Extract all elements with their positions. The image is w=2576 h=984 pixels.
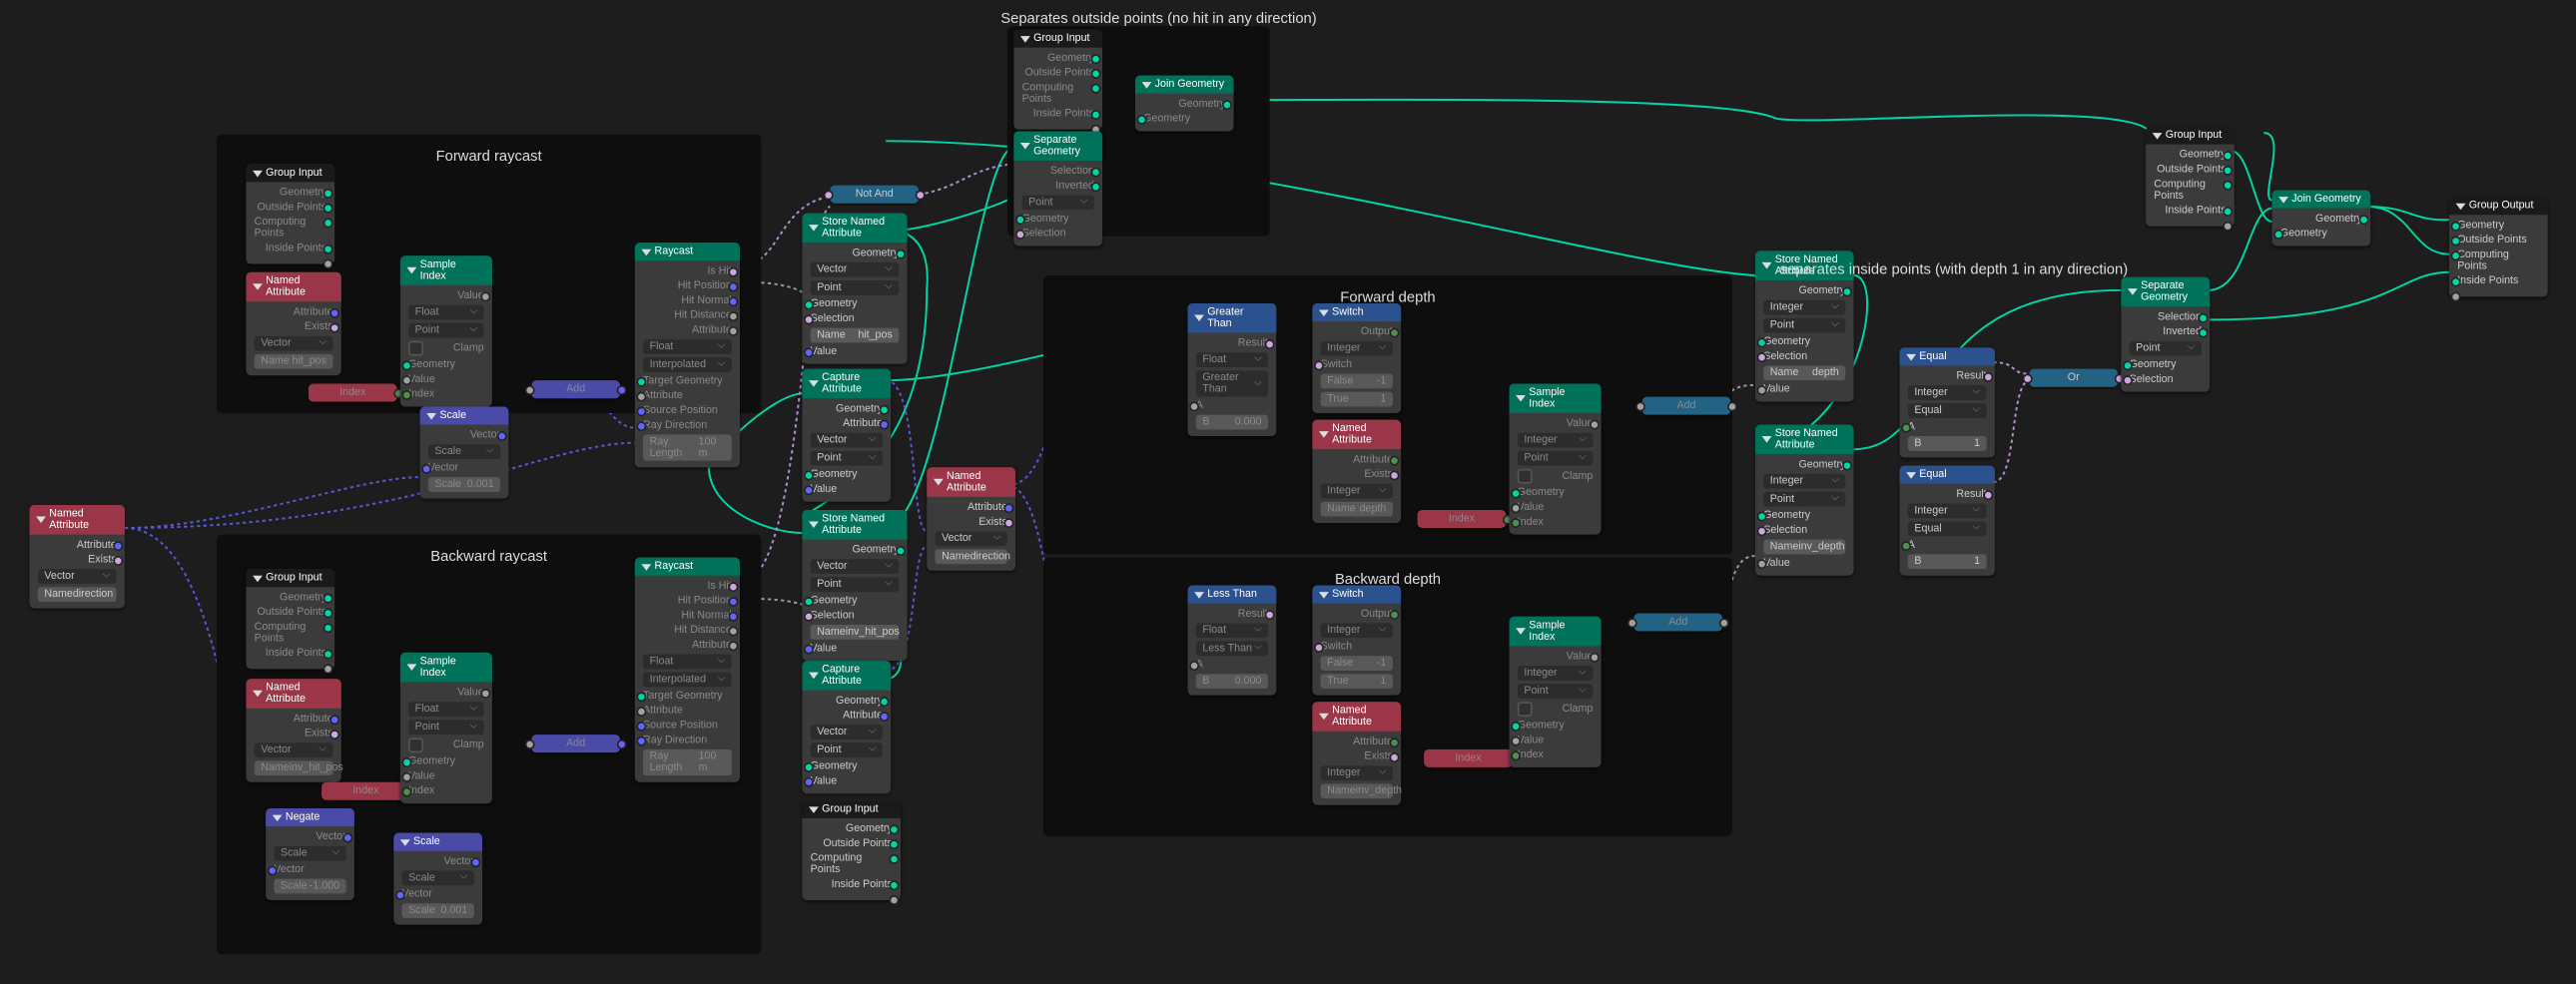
frame-title: Forward raycast [230, 148, 748, 164]
annotation-top: Separates outside points (no hit in any … [1000, 10, 1316, 26]
add-fwd-depth[interactable]: Add [1642, 397, 1731, 415]
frame-backward-raycast: Backward raycast Group Input Geometry Ou… [217, 535, 761, 955]
capture-attr-2[interactable]: Capture Attribute Geometry Attribute Vec… [802, 661, 891, 793]
store-named-attr-invdepth[interactable]: Store Named Attribute Geometry Integer P… [1755, 425, 1854, 576]
named-attr-depth[interactable]: Named Attribute Attribute Exists Integer… [1312, 420, 1401, 524]
sample-index-fwd[interactable]: Sample Index Value Float Point Clamp Geo… [400, 255, 492, 406]
equal-1[interactable]: Equal Result Integer Equal A B1 [1900, 347, 1995, 457]
group-input-fwd[interactable]: Group Input Geometry Outside Points Comp… [246, 164, 334, 263]
index-bwd[interactable]: Index [322, 782, 410, 800]
store-named-attr-1[interactable]: Store Named Attribute Geometry Vector Po… [802, 214, 907, 364]
group-input-right[interactable]: Group Input Geometry Outside Points Comp… [2146, 127, 2235, 227]
equal-2[interactable]: Equal Result Integer Equal A B1 [1900, 466, 1995, 576]
index-fwd[interactable]: Index [309, 383, 397, 401]
or[interactable]: Or [2029, 369, 2118, 387]
annotation-right: separates inside points (with depth 1 in… [1780, 260, 2129, 276]
switch-bwd[interactable]: Switch Output Integer Switch False-1 Tru… [1312, 586, 1401, 696]
add-fwd[interactable]: Add [531, 380, 620, 398]
frame-forward-depth: Forward depth Greater Than Result Float … [1043, 275, 1732, 554]
frame-separate-outside: Group Input Geometry Outside Points Comp… [1007, 26, 1270, 236]
raycast-bwd[interactable]: Raycast Is Hit Hit Position Hit Normal H… [635, 558, 740, 782]
sample-index-bwd-depth[interactable]: Sample Index Value Integer Point Clamp G… [1510, 617, 1602, 767]
group-input-top[interactable]: Group Input Geometry Outside Points Comp… [1013, 30, 1102, 130]
capture-attr-1[interactable]: Capture Attribute Geometry Attribute Vec… [802, 369, 891, 502]
negate-bwd[interactable]: Negate Vector Scale Vector Scale-1.000 [266, 808, 354, 900]
frame-forward-raycast: Forward raycast Group Input Geometry Out… [217, 135, 761, 413]
add-bwd[interactable]: Add [531, 735, 620, 752]
scale-fwd[interactable]: Scale Vector Scale Vector Scale0.001 [420, 406, 509, 498]
sample-index-fwd-depth[interactable]: Sample Index Value Integer Point Clamp G… [1510, 383, 1602, 534]
scale-bwd[interactable]: Scale Vector Scale Vector Scale0.001 [393, 833, 482, 925]
named-attr-direction-mid[interactable]: Named Attribute Attribute Exists Vector … [927, 467, 1015, 571]
greater-than[interactable]: Greater Than Result Float Greater Than A… [1188, 303, 1277, 436]
named-attr-invhitpos[interactable]: Named Attribute Attribute Exists Vector … [246, 679, 340, 782]
group-input-bwd[interactable]: Group Input Geometry Outside Points Comp… [246, 569, 334, 669]
join-geometry-top[interactable]: Join Geometry Geometry Geometry [1135, 76, 1234, 132]
frame-backward-depth: Backward depth Less Than Result Float Le… [1043, 558, 1732, 836]
join-geometry-right[interactable]: Join Geometry Geometry Geometry [2272, 191, 2371, 246]
sample-index-bwd[interactable]: Sample Index Value Float Point Clamp Geo… [400, 653, 492, 803]
add-bwd-depth[interactable]: Add [1633, 613, 1722, 631]
group-input-mid[interactable]: Group Input Geometry Outside Points Comp… [802, 800, 901, 900]
named-attr-hitpos[interactable]: Named Attribute Attribute Exists Vector … [246, 272, 340, 376]
switch-fwd[interactable]: Switch Output Integer Switch False-1 Tru… [1312, 303, 1401, 413]
not-and[interactable]: Not And [830, 186, 919, 204]
store-named-attr-2[interactable]: Store Named Attribute Geometry Vector Po… [802, 510, 907, 661]
index-bwd-depth[interactable]: Index [1424, 749, 1513, 767]
group-output[interactable]: Group Output Geometry Outside Points Com… [2449, 197, 2548, 296]
separate-geometry-right[interactable]: Separate Geometry Selection Inverted Poi… [2121, 277, 2210, 392]
less-than[interactable]: Less Than Result Float Less Than A B0.00… [1188, 586, 1277, 696]
named-attr-inv-depth[interactable]: Named Attribute Attribute Exists Integer… [1312, 702, 1401, 805]
separate-geometry-top[interactable]: Separate Geometry Selection Inverted Poi… [1013, 131, 1102, 246]
index-fwd-depth[interactable]: Index [1418, 510, 1507, 528]
raycast-fwd[interactable]: Raycast Is Hit Hit Position Hit Normal H… [635, 243, 740, 467]
named-attr-direction[interactable]: Named Attribute Attribute Exists Vector … [30, 505, 125, 609]
